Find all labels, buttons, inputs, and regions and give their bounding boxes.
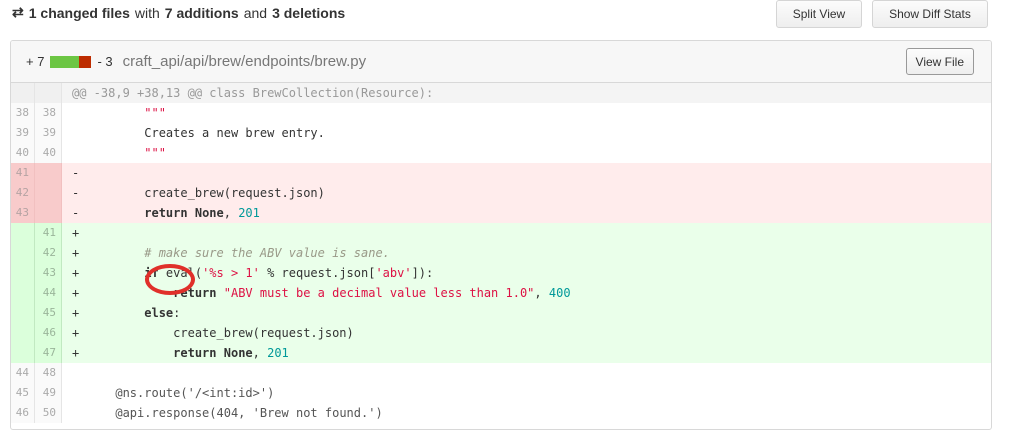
new-line-number[interactable]: 46 — [35, 323, 62, 343]
code-line: - create_brew(request.json) — [72, 186, 325, 200]
sync-icon: ⇄ — [12, 4, 24, 20]
old-line-number[interactable]: 46 — [11, 403, 35, 423]
new-line-number[interactable]: 44 — [35, 283, 62, 303]
diff-lines: 38 38 """ 39 39 Creates a new brew entry. 40… — [11, 103, 991, 423]
new-line-number[interactable]: 49 — [35, 383, 62, 403]
code-line: + — [72, 226, 87, 240]
old-line-number[interactable]: 38 — [11, 103, 35, 123]
diffstat-bar — [50, 55, 92, 68]
added-line: 46 + create_brew(request.json) — [11, 323, 991, 343]
new-line-number[interactable]: 43 — [35, 263, 62, 283]
split-view-button[interactable]: Split View — [776, 0, 862, 28]
file-additions-count: + 7 — [26, 54, 45, 69]
code-line: """ — [144, 106, 166, 120]
context-line: 44 48 — [11, 363, 991, 383]
code-line: + return None, 201 — [72, 346, 289, 360]
old-line-number[interactable] — [11, 263, 35, 283]
code-line: + if eval('%s > 1' % request.json['abv']… — [72, 266, 434, 280]
summary-with: with — [134, 4, 160, 21]
old-line-number[interactable] — [11, 223, 35, 243]
diff-summary: ⇄ 1 changed files with 7 additions and 3… — [12, 4, 345, 21]
context-line: 40 40 """ — [11, 143, 991, 163]
old-line-number[interactable] — [11, 303, 35, 323]
old-line-number — [11, 83, 35, 103]
hunk-header-text: @@ -38,9 +38,13 @@ class BrewCollection(… — [72, 86, 434, 100]
new-line-number[interactable]: 39 — [35, 123, 62, 143]
hunk-header: @@ -38,9 +38,13 @@ class BrewCollection(… — [11, 83, 991, 103]
old-line-number[interactable]: 41 — [11, 163, 35, 183]
code-line: - — [72, 166, 87, 180]
code-line: + # make sure the ABV value is sane. — [72, 246, 390, 260]
show-diff-stats-button[interactable]: Show Diff Stats — [872, 0, 988, 28]
new-line-number[interactable] — [35, 203, 62, 223]
file-path[interactable]: craft_api/api/brew/endpoints/brew.py — [123, 53, 366, 70]
added-line: 41 + — [11, 223, 991, 243]
new-line-number[interactable]: 45 — [35, 303, 62, 323]
diffstat-additions-block — [50, 55, 80, 68]
new-line-number[interactable]: 50 — [35, 403, 62, 423]
deleted-line: 43 - return None, 201 — [11, 203, 991, 223]
code-line: - return None, 201 — [72, 206, 260, 220]
added-line: 44 + return "ABV must be a decimal value … — [11, 283, 991, 303]
new-line-number[interactable] — [35, 163, 62, 183]
old-line-number[interactable]: 45 — [11, 383, 35, 403]
new-line-number[interactable]: 41 — [35, 223, 62, 243]
old-line-number[interactable]: 42 — [11, 183, 35, 203]
code-line: @ns.route('/<int:id>') — [86, 386, 275, 400]
code-line: @api.response(404, 'Brew not found.') — [86, 406, 383, 420]
new-line-number[interactable]: 40 — [35, 143, 62, 163]
additions-count: 7 additions — [164, 4, 239, 21]
diffstat-deletions-block — [79, 55, 92, 68]
old-line-number[interactable] — [11, 323, 35, 343]
code-line: """ — [144, 146, 166, 160]
summary-and: and — [243, 4, 268, 21]
new-line-number[interactable]: 38 — [35, 103, 62, 123]
old-line-number[interactable] — [11, 283, 35, 303]
context-line: 45 49 @ns.route('/<int:id>') — [11, 383, 991, 403]
old-line-number[interactable] — [11, 343, 35, 363]
added-line: 47 + return None, 201 — [11, 343, 991, 363]
code-line: + else: — [72, 306, 181, 320]
old-line-number[interactable] — [11, 243, 35, 263]
old-line-number[interactable]: 39 — [11, 123, 35, 143]
new-line-number[interactable]: 47 — [35, 343, 62, 363]
context-line: 39 39 Creates a new brew entry. — [11, 123, 991, 143]
context-line: 46 50 @api.response(404, 'Brew not found.… — [11, 403, 991, 423]
new-line-number[interactable]: 48 — [35, 363, 62, 383]
added-line: 43 + if eval('%s > 1' % request.json['abv… — [11, 263, 991, 283]
diff-table: @@ -38,9 +38,13 @@ class BrewCollection(… — [11, 83, 991, 423]
view-file-button[interactable]: View File — [905, 48, 974, 75]
old-line-number[interactable]: 43 — [11, 203, 35, 223]
old-line-number[interactable]: 44 — [11, 363, 35, 383]
code-line: + return "ABV must be a decimal value le… — [72, 286, 571, 300]
new-line-number[interactable]: 42 — [35, 243, 62, 263]
code-line: + create_brew(request.json) — [72, 326, 354, 340]
old-line-number[interactable]: 40 — [11, 143, 35, 163]
deleted-line: 41 - — [11, 163, 991, 183]
new-line-number[interactable] — [35, 183, 62, 203]
file-header: + 7 - 3 craft_api/api/brew/endpoints/bre… — [11, 41, 991, 83]
file-deletions-count: - 3 — [97, 54, 113, 69]
new-line-number — [35, 83, 62, 103]
added-line: 42 + # make sure the ABV value is sane. — [11, 243, 991, 263]
changed-files-count: 1 changed files — [28, 4, 130, 21]
context-line: 38 38 """ — [11, 103, 991, 123]
added-line: 45 + else: — [11, 303, 991, 323]
deletions-count: 3 deletions — [272, 4, 346, 21]
deleted-line: 42 - create_brew(request.json) — [11, 183, 991, 203]
code-line: Creates a new brew entry. — [72, 126, 325, 140]
file-diff: + 7 - 3 craft_api/api/brew/endpoints/bre… — [10, 40, 992, 430]
